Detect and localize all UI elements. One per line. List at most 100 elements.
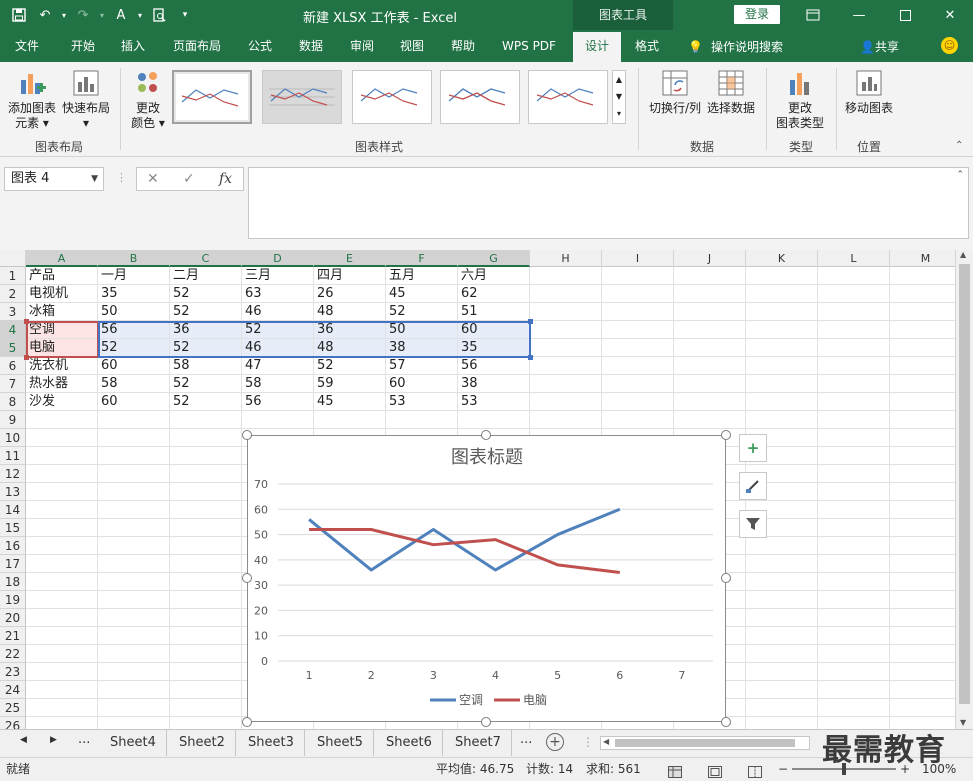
row-header-20[interactable]: 20 [0, 609, 26, 627]
cell-d1[interactable]: 三月 [242, 267, 314, 285]
cell-e3[interactable]: 48 [314, 303, 386, 321]
row-header-25[interactable]: 25 [0, 699, 26, 717]
cell-f8[interactable]: 53 [386, 393, 458, 411]
chart-resize-handle-t[interactable] [481, 430, 491, 440]
cell-k20[interactable] [746, 609, 818, 627]
chart-filters-button[interactable] [739, 510, 767, 538]
cell-c17[interactable] [170, 555, 242, 573]
cell-b7[interactable]: 58 [98, 375, 170, 393]
cell-b4[interactable]: 56 [98, 321, 170, 339]
cell-c4[interactable]: 36 [170, 321, 242, 339]
cell-b8[interactable]: 60 [98, 393, 170, 411]
cell-k1[interactable] [746, 267, 818, 285]
cell-g5[interactable]: 35 [458, 339, 530, 357]
select-all-corner[interactable] [0, 250, 26, 267]
cell-c13[interactable] [170, 483, 242, 501]
cell-c14[interactable] [170, 501, 242, 519]
chart-style-2[interactable] [262, 70, 342, 124]
cell-b17[interactable] [98, 555, 170, 573]
cell-k22[interactable] [746, 645, 818, 663]
cell-a1[interactable]: 产品 [26, 267, 98, 285]
row-header-26[interactable]: 26 [0, 717, 26, 729]
cell-h4[interactable] [530, 321, 602, 339]
cell-j7[interactable] [674, 375, 746, 393]
row-header-4[interactable]: 4 [0, 321, 26, 339]
cell-g4[interactable]: 60 [458, 321, 530, 339]
cell-m15[interactable] [890, 519, 955, 537]
tab-wps-pdf[interactable]: WPS PDF [494, 37, 564, 59]
cell-b9[interactable] [98, 411, 170, 429]
cell-a12[interactable] [26, 465, 98, 483]
cell-b21[interactable] [98, 627, 170, 645]
cell-m7[interactable] [890, 375, 955, 393]
cell-b19[interactable] [98, 591, 170, 609]
cell-d5[interactable]: 46 [242, 339, 314, 357]
cell-e5[interactable]: 48 [314, 339, 386, 357]
column-header-g[interactable]: G [458, 250, 530, 267]
chart-style-4[interactable] [440, 70, 520, 124]
cell-e7[interactable]: 59 [314, 375, 386, 393]
cell-c25[interactable] [170, 699, 242, 717]
cell-h1[interactable] [530, 267, 602, 285]
cell-f6[interactable]: 57 [386, 357, 458, 375]
row-header-19[interactable]: 19 [0, 591, 26, 609]
cell-l15[interactable] [818, 519, 890, 537]
cell-h5[interactable] [530, 339, 602, 357]
cell-m1[interactable] [890, 267, 955, 285]
cell-c26[interactable] [170, 717, 242, 729]
cell-a8[interactable]: 沙发 [26, 393, 98, 411]
cell-a15[interactable] [26, 519, 98, 537]
cell-m16[interactable] [890, 537, 955, 555]
cell-b20[interactable] [98, 609, 170, 627]
cell-a24[interactable] [26, 681, 98, 699]
column-header-f[interactable]: F [386, 250, 458, 267]
cell-b22[interactable] [98, 645, 170, 663]
tab-insert[interactable]: 插入 [110, 37, 156, 59]
cell-m25[interactable] [890, 699, 955, 717]
cell-a18[interactable] [26, 573, 98, 591]
cell-m9[interactable] [890, 411, 955, 429]
cell-l22[interactable] [818, 645, 890, 663]
cell-c23[interactable] [170, 663, 242, 681]
sheet-tab-sheet3[interactable]: Sheet3 [238, 730, 305, 756]
row-header-2[interactable]: 2 [0, 285, 26, 303]
cell-d2[interactable]: 63 [242, 285, 314, 303]
cell-b24[interactable] [98, 681, 170, 699]
cell-m19[interactable] [890, 591, 955, 609]
cell-f5[interactable]: 38 [386, 339, 458, 357]
cell-k16[interactable] [746, 537, 818, 555]
cell-c9[interactable] [170, 411, 242, 429]
row-header-8[interactable]: 8 [0, 393, 26, 411]
cell-a13[interactable] [26, 483, 98, 501]
cell-a22[interactable] [26, 645, 98, 663]
cell-a16[interactable] [26, 537, 98, 555]
cell-c20[interactable] [170, 609, 242, 627]
tab-file[interactable]: 文件 [4, 37, 50, 59]
cell-c3[interactable]: 52 [170, 303, 242, 321]
more-sheets-right[interactable]: ... [520, 732, 532, 747]
cell-l14[interactable] [818, 501, 890, 519]
column-header-c[interactable]: C [170, 250, 242, 267]
row-header-21[interactable]: 21 [0, 627, 26, 645]
cell-l11[interactable] [818, 447, 890, 465]
cell-l9[interactable] [818, 411, 890, 429]
cell-l18[interactable] [818, 573, 890, 591]
cell-a7[interactable]: 热水器 [26, 375, 98, 393]
switch-row-column-button[interactable]: 切换行/列 [646, 68, 704, 116]
cell-j1[interactable] [674, 267, 746, 285]
cell-f3[interactable]: 52 [386, 303, 458, 321]
column-header-a[interactable]: A [26, 250, 98, 267]
tell-me-search[interactable]: 💡 操作说明搜索 [688, 38, 783, 55]
cell-l19[interactable] [818, 591, 890, 609]
name-box[interactable]: 图表 4 ▼ [4, 167, 104, 191]
cell-b26[interactable] [98, 717, 170, 729]
cell-h3[interactable] [530, 303, 602, 321]
horizontal-scrollbar[interactable]: ◀ [600, 736, 810, 750]
cell-d6[interactable]: 47 [242, 357, 314, 375]
cell-c24[interactable] [170, 681, 242, 699]
row-header-7[interactable]: 7 [0, 375, 26, 393]
cell-b2[interactable]: 35 [98, 285, 170, 303]
cell-l3[interactable] [818, 303, 890, 321]
cell-b3[interactable]: 50 [98, 303, 170, 321]
normal-view-icon[interactable] [668, 763, 682, 781]
